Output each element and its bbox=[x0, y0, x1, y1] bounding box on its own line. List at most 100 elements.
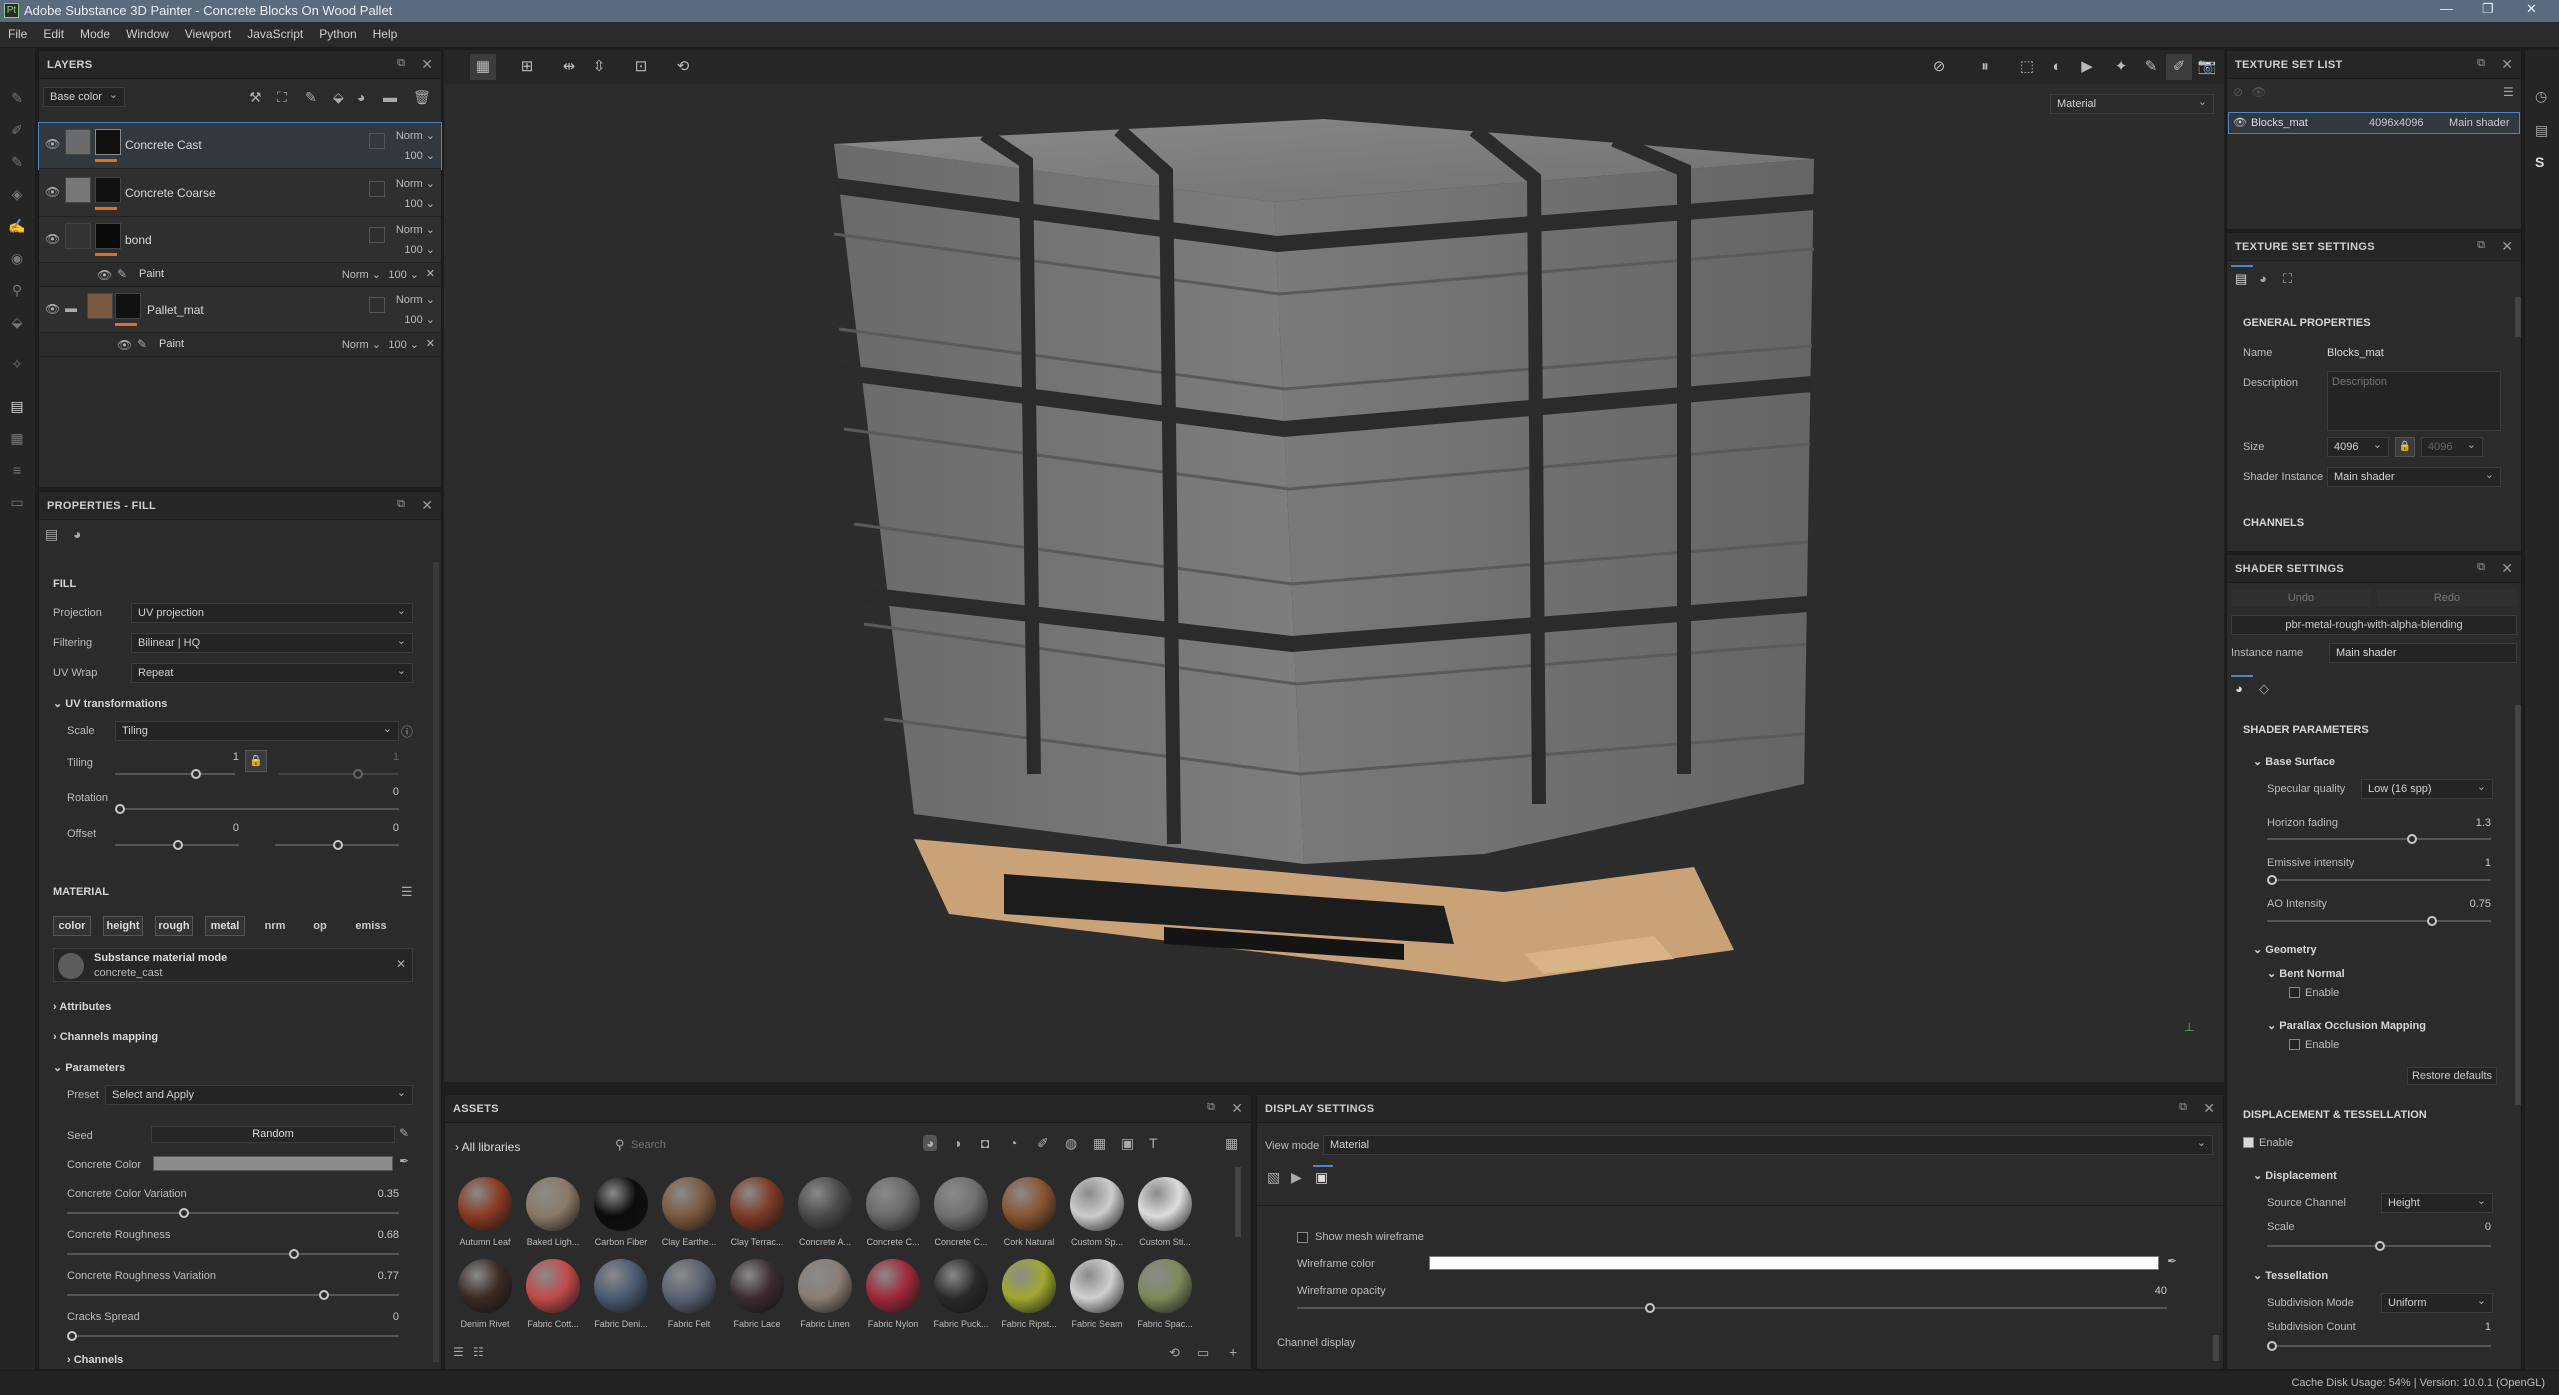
parameters-toggle[interactable]: ⌄ Parameters bbox=[53, 1061, 125, 1074]
close-panel-icon[interactable]: ✕ bbox=[2501, 56, 2513, 73]
filter-masks-icon[interactable]: ◘ bbox=[981, 1135, 989, 1151]
scrollbar[interactable] bbox=[1235, 1167, 1241, 1237]
filter-generators-icon[interactable]: ◔ bbox=[1009, 1135, 1017, 1151]
material-tab-icon[interactable]: ◕ bbox=[2259, 271, 2267, 286]
texture-set-row[interactable]: 👁 Blocks_mat 4096x4096 Main shader bbox=[2228, 112, 2520, 134]
layer-opacity[interactable]: 100 ⌄ bbox=[404, 197, 435, 210]
add-paint-layer-icon[interactable]: ✎ bbox=[305, 89, 317, 106]
channels-mapping-toggle[interactable]: › Channels mapping bbox=[53, 1031, 158, 1043]
filter-fonts-icon[interactable]: T bbox=[1149, 1135, 1158, 1151]
effect-row[interactable]: 👁 ✎ Paint Norm ⌄ 100 ⌄ ✕ bbox=[39, 263, 441, 287]
view-mode-select[interactable]: Material bbox=[1323, 1135, 2213, 1155]
asset-item[interactable]: Fabric Cott... bbox=[521, 1259, 581, 1337]
substance-s-icon[interactable]: S bbox=[2535, 154, 2544, 170]
concrete-color-swatch[interactable] bbox=[153, 1156, 393, 1171]
seed-random-button[interactable]: Random bbox=[151, 1126, 395, 1143]
bake-icon[interactable]: ✧ bbox=[8, 356, 26, 374]
picker-icon[interactable]: ⚲ bbox=[8, 282, 26, 300]
restore-defaults-button[interactable]: Restore defaults bbox=[2407, 1067, 2497, 1085]
specular-quality-select[interactable]: Low (16 spp) bbox=[2361, 779, 2493, 799]
displacement-enable-checkbox[interactable] bbox=[2243, 1137, 2254, 1148]
roughness-variation-slider[interactable] bbox=[67, 1290, 399, 1300]
blend-mode[interactable]: Norm ⌄ bbox=[396, 293, 435, 306]
paint-mode-icon[interactable]: ✐ bbox=[2166, 54, 2192, 80]
layer-opacity[interactable]: 100 ⌄ bbox=[388, 268, 419, 281]
camera-frame-icon[interactable]: ⬚ bbox=[2014, 54, 2040, 80]
size-width-select[interactable]: 4096 bbox=[2327, 437, 2389, 457]
grid-view-icon[interactable]: ▦ bbox=[1225, 1135, 1238, 1152]
chip-emiss[interactable]: emiss bbox=[349, 916, 393, 936]
import-folder-icon[interactable]: ▭ bbox=[1197, 1345, 1209, 1361]
pause-icon[interactable]: ⏸ bbox=[1972, 54, 1998, 80]
projection-icon[interactable]: ✎ bbox=[8, 154, 26, 172]
close-panel-icon[interactable]: ✕ bbox=[2501, 238, 2513, 255]
layer-row[interactable]: 👁 bond Norm ⌄ 100 ⌄ bbox=[39, 217, 441, 263]
tiling-u-slider[interactable] bbox=[115, 769, 235, 779]
smudge-icon[interactable]: ✍ bbox=[8, 218, 26, 236]
blend-mode[interactable]: Norm ⌄ bbox=[396, 129, 435, 142]
refresh-icon[interactable]: ⟲ bbox=[1169, 1345, 1180, 1361]
screenshot-icon[interactable]: 📷 bbox=[2194, 54, 2220, 80]
channel-select[interactable]: Base color bbox=[43, 87, 125, 107]
environment-tab-icon[interactable]: ▧ bbox=[1267, 1169, 1280, 1186]
scale-select[interactable]: Tiling bbox=[115, 721, 399, 741]
menu-help[interactable]: Help bbox=[365, 22, 406, 41]
tessellation-toggle[interactable]: ⌄ Tessellation bbox=[2253, 1269, 2328, 1282]
float-panel-icon[interactable]: ⧉ bbox=[397, 498, 405, 511]
filter-textures-icon[interactable]: ▦ bbox=[1093, 1135, 1106, 1152]
size-height-select[interactable]: 4096 bbox=[2421, 437, 2483, 457]
hide-icon[interactable]: ⊘ bbox=[2233, 85, 2243, 99]
chip-height[interactable]: height bbox=[103, 916, 143, 936]
menu-viewport[interactable]: Viewport bbox=[177, 22, 239, 41]
projection-select[interactable]: UV projection bbox=[131, 603, 413, 623]
layer-opacity[interactable]: 100 ⌄ bbox=[404, 149, 435, 162]
add-fill-layer-icon[interactable]: ⬙ bbox=[333, 89, 344, 106]
symmetry-x-icon[interactable]: ⇹ bbox=[556, 54, 582, 80]
attributes-toggle[interactable]: › Attributes bbox=[53, 1001, 111, 1013]
grid-icon[interactable]: ⊞ bbox=[514, 54, 540, 80]
layer-row[interactable]: 👁 Concrete Cast Norm ⌄ 100 ⌄ bbox=[38, 122, 442, 170]
remove-effect-icon[interactable]: ✕ bbox=[426, 267, 435, 280]
asset-item[interactable]: Fabric Deni... bbox=[589, 1259, 649, 1337]
displacement-scale-slider[interactable] bbox=[2267, 1241, 2491, 1251]
shader-params-tab-icon[interactable]: ◕ bbox=[2235, 681, 2243, 696]
lock-icon[interactable]: 🔒 bbox=[245, 750, 267, 772]
minimize-icon[interactable]: — bbox=[2440, 1, 2453, 16]
environment-icon[interactable]: ◐ bbox=[2044, 54, 2070, 80]
remove-material-icon[interactable]: ✕ bbox=[396, 957, 406, 971]
edit-icon[interactable]: ✎ bbox=[399, 1126, 409, 1140]
filter-particles-icon[interactable]: ◍ bbox=[1065, 1135, 1077, 1152]
uv-transformations-toggle[interactable]: ⌄ UV transformations bbox=[53, 697, 167, 710]
add-effect-icon[interactable]: ⚒ bbox=[249, 89, 262, 106]
paint-brush-icon[interactable]: ✎ bbox=[8, 90, 26, 108]
redo-button[interactable]: Redo bbox=[2377, 589, 2517, 607]
asset-item[interactable]: Clay Earthe... bbox=[657, 1177, 717, 1259]
blend-mode[interactable]: Norm ⌄ bbox=[342, 268, 381, 281]
asset-item[interactable]: Cork Natural bbox=[997, 1177, 1057, 1259]
visibility-eye-icon[interactable]: 👁 bbox=[117, 338, 132, 352]
float-panel-icon[interactable]: ⧉ bbox=[2477, 57, 2485, 70]
visibility-eye-icon[interactable]: 👁 bbox=[45, 232, 60, 246]
close-panel-icon[interactable]: ✕ bbox=[1231, 1100, 1243, 1117]
instance-name-field[interactable]: Main shader bbox=[2329, 643, 2517, 663]
list-view-icon[interactable]: ☰ bbox=[453, 1345, 464, 1359]
base-surface-toggle[interactable]: ⌄ Base Surface bbox=[2253, 755, 2335, 768]
pom-checkbox[interactable] bbox=[2289, 1039, 2300, 1050]
color-variation-slider[interactable] bbox=[67, 1208, 399, 1218]
render-icon[interactable]: ✦ bbox=[2108, 54, 2134, 80]
blend-mode[interactable]: Norm ⌄ bbox=[396, 223, 435, 236]
chip-color[interactable]: color bbox=[53, 916, 91, 936]
filter-materials-icon[interactable]: ◕ bbox=[923, 1135, 938, 1151]
blend-mode[interactable]: Norm ⌄ bbox=[396, 177, 435, 190]
asset-item[interactable]: Carbon Fiber bbox=[589, 1177, 649, 1259]
chip-metal[interactable]: metal bbox=[205, 916, 245, 936]
float-panel-icon[interactable]: ⧉ bbox=[397, 57, 405, 70]
add-icon[interactable]: + bbox=[1229, 1344, 1237, 1360]
subdivision-count-slider[interactable] bbox=[2267, 1341, 2491, 1351]
menu-javascript[interactable]: JavaScript bbox=[239, 22, 311, 41]
fill-properties-tab-icon[interactable]: ▤ bbox=[45, 526, 58, 543]
settings-tab-icon[interactable]: ▤ bbox=[2235, 271, 2247, 287]
cracks-spread-slider[interactable] bbox=[67, 1331, 399, 1341]
bent-normal-checkbox[interactable] bbox=[2289, 987, 2300, 998]
close-panel-icon[interactable]: ✕ bbox=[2203, 1100, 2215, 1117]
